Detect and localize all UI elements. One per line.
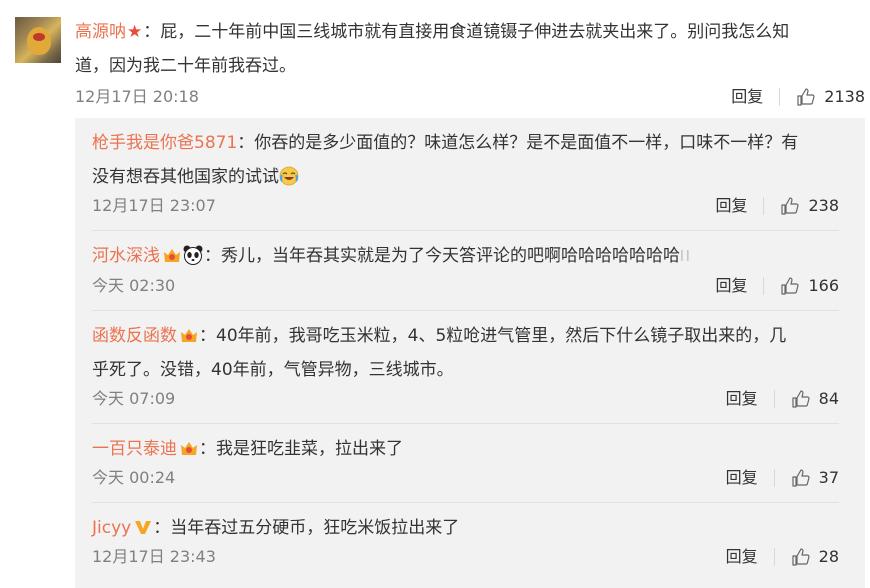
reply-button[interactable]: 回复 <box>715 194 747 218</box>
star-badge-icon: ★ <box>127 22 143 42</box>
comment-meta: 12月17日 20:18 回复 2138 <box>75 85 865 109</box>
reply-item: 河水深浅 ：秀儿，当年吞其实就是为了今天答评论的吧啊哈哈哈哈哈哈哈ll 今天 02… <box>92 239 839 298</box>
like-thumb-icon[interactable] <box>791 389 811 409</box>
panda-emoji-icon <box>183 245 203 265</box>
comment-body-line2: 道，因为我二十年前我吞过。 <box>75 56 296 76</box>
like-count: 28 <box>818 547 839 566</box>
like-thumb-icon[interactable] <box>780 276 800 296</box>
reply-divider <box>92 230 839 231</box>
main-comment: 高源呐★：屁，二十年前中国三线城市就有直接用食道镜镊子伸进去就夹出来了。别问我怎… <box>75 15 865 109</box>
reply-item: 一百只泰迪 ：我是狂吃韭菜，拉出来了 今天 00:24 回复 37 <box>92 432 839 490</box>
reply-body-line1: ：你吞的是多少面值的？味道怎么样？是不是面值不一样，口味不一样？有 <box>237 133 799 153</box>
reply-item: Jicyy ：当年吞过五分硬币，狂吃米饭拉出来了 12月17日 23:43 回复 … <box>92 511 839 569</box>
comment-text: 高源呐★：屁，二十年前中国三线城市就有直接用食道镜镊子伸进去就夹出来了。别问我怎… <box>75 15 865 83</box>
vip-crown-badge-icon <box>181 329 197 342</box>
reply-body-line2: 乎死了。没错，40年前，气管异物，三线城市。 <box>92 360 454 380</box>
reply-button[interactable]: 回复 <box>715 274 747 298</box>
comment-time: 12月17日 20:18 <box>75 87 199 106</box>
reply-username[interactable]: 函数反函数 <box>92 326 177 346</box>
reply-text: 函数反函数 ：40年前，我哥吃玉米粒，4、5粒呛进气管里，然后下什么镜子取出来的，… <box>92 319 839 387</box>
action-divider <box>773 548 775 566</box>
reply-meta: 12月17日 23:07 回复 238 <box>92 194 839 218</box>
like-count: 2138 <box>824 87 865 106</box>
action-divider <box>763 197 765 215</box>
reply-body-line1: ：40年前，我哥吃玉米粒，4、5粒呛进气管里，然后下什么镜子取出来的，几 <box>199 326 787 346</box>
reply-time: 今天 02:30 <box>92 276 176 295</box>
reply-username[interactable]: 一百只泰迪 <box>92 439 177 459</box>
reply-username[interactable]: 枪手我是你爸5871 <box>92 133 237 153</box>
reply-body-line1: ：秀儿，当年吞其实就是为了今天答评论的吧啊哈哈哈哈哈哈哈 <box>204 246 680 266</box>
reply-button[interactable]: 回复 <box>726 466 758 490</box>
reply-text: 河水深浅 ：秀儿，当年吞其实就是为了今天答评论的吧啊哈哈哈哈哈哈哈ll <box>92 239 839 274</box>
reply-time: 今天 07:09 <box>92 389 176 408</box>
laugh-cry-emoji-icon <box>279 166 299 186</box>
reply-button[interactable]: 回复 <box>726 545 758 569</box>
reply-text: 一百只泰迪 ：我是狂吃韭菜，拉出来了 <box>92 432 839 466</box>
reply-button[interactable]: 回复 <box>731 85 763 109</box>
action-divider <box>763 277 765 295</box>
reply-time: 12月17日 23:43 <box>92 547 216 566</box>
like-thumb-icon[interactable] <box>791 547 811 567</box>
reply-time: 今天 00:24 <box>92 468 176 487</box>
like-thumb-icon[interactable] <box>796 87 816 107</box>
action-divider <box>779 88 781 106</box>
reply-username[interactable]: 河水深浅 <box>92 246 160 266</box>
reply-divider <box>92 310 839 311</box>
reply-meta: 12月17日 23:43 回复 28 <box>92 545 839 569</box>
reply-divider <box>92 423 839 424</box>
like-thumb-icon[interactable] <box>780 196 800 216</box>
like-count: 84 <box>818 389 839 408</box>
like-count: 238 <box>808 196 839 215</box>
reply-button[interactable]: 回复 <box>726 387 758 411</box>
reply-trailing-marks: ll <box>680 249 692 265</box>
reply-body-line1: ：当年吞过五分硬币，狂吃米饭拉出来了 <box>153 518 460 538</box>
action-divider <box>773 390 775 408</box>
reply-item: 枪手我是你爸5871：你吞的是多少面值的？味道怎么样？是不是面值不一样，口味不一… <box>92 126 839 218</box>
reply-meta: 今天 07:09 回复 84 <box>92 387 839 411</box>
like-count: 166 <box>808 276 839 295</box>
comment-username[interactable]: 高源呐 <box>75 22 126 42</box>
vip-crown-badge-icon <box>164 249 180 262</box>
reply-text: 枪手我是你爸5871：你吞的是多少面值的？味道怎么样？是不是面值不一样，口味不一… <box>92 126 839 194</box>
verified-v-badge-icon <box>135 521 152 534</box>
like-count: 37 <box>818 468 839 487</box>
reply-body-line2: 没有想吞其他国家的试试 <box>92 167 279 187</box>
user-avatar[interactable] <box>15 17 61 63</box>
reply-meta: 今天 00:24 回复 37 <box>92 466 839 490</box>
comment-body-line1: ：屁，二十年前中国三线城市就有直接用食道镜镊子伸进去就夹出来了。别问我怎么知 <box>143 22 790 42</box>
reply-meta: 今天 02:30 回复 166 <box>92 274 839 298</box>
action-divider <box>773 469 775 487</box>
reply-body-line1: ：我是狂吃韭菜，拉出来了 <box>199 439 403 459</box>
reply-text: Jicyy ：当年吞过五分硬币，狂吃米饭拉出来了 <box>92 511 839 545</box>
reply-username[interactable]: Jicyy <box>92 518 131 538</box>
reply-item: 函数反函数 ：40年前，我哥吃玉米粒，4、5粒呛进气管里，然后下什么镜子取出来的，… <box>92 319 839 411</box>
reply-time: 12月17日 23:07 <box>92 196 216 215</box>
like-thumb-icon[interactable] <box>791 468 811 488</box>
reply-divider <box>92 502 839 503</box>
vip-crown-badge-icon <box>181 442 197 455</box>
replies-panel: 枪手我是你爸5871：你吞的是多少面值的？味道怎么样？是不是面值不一样，口味不一… <box>75 118 865 588</box>
